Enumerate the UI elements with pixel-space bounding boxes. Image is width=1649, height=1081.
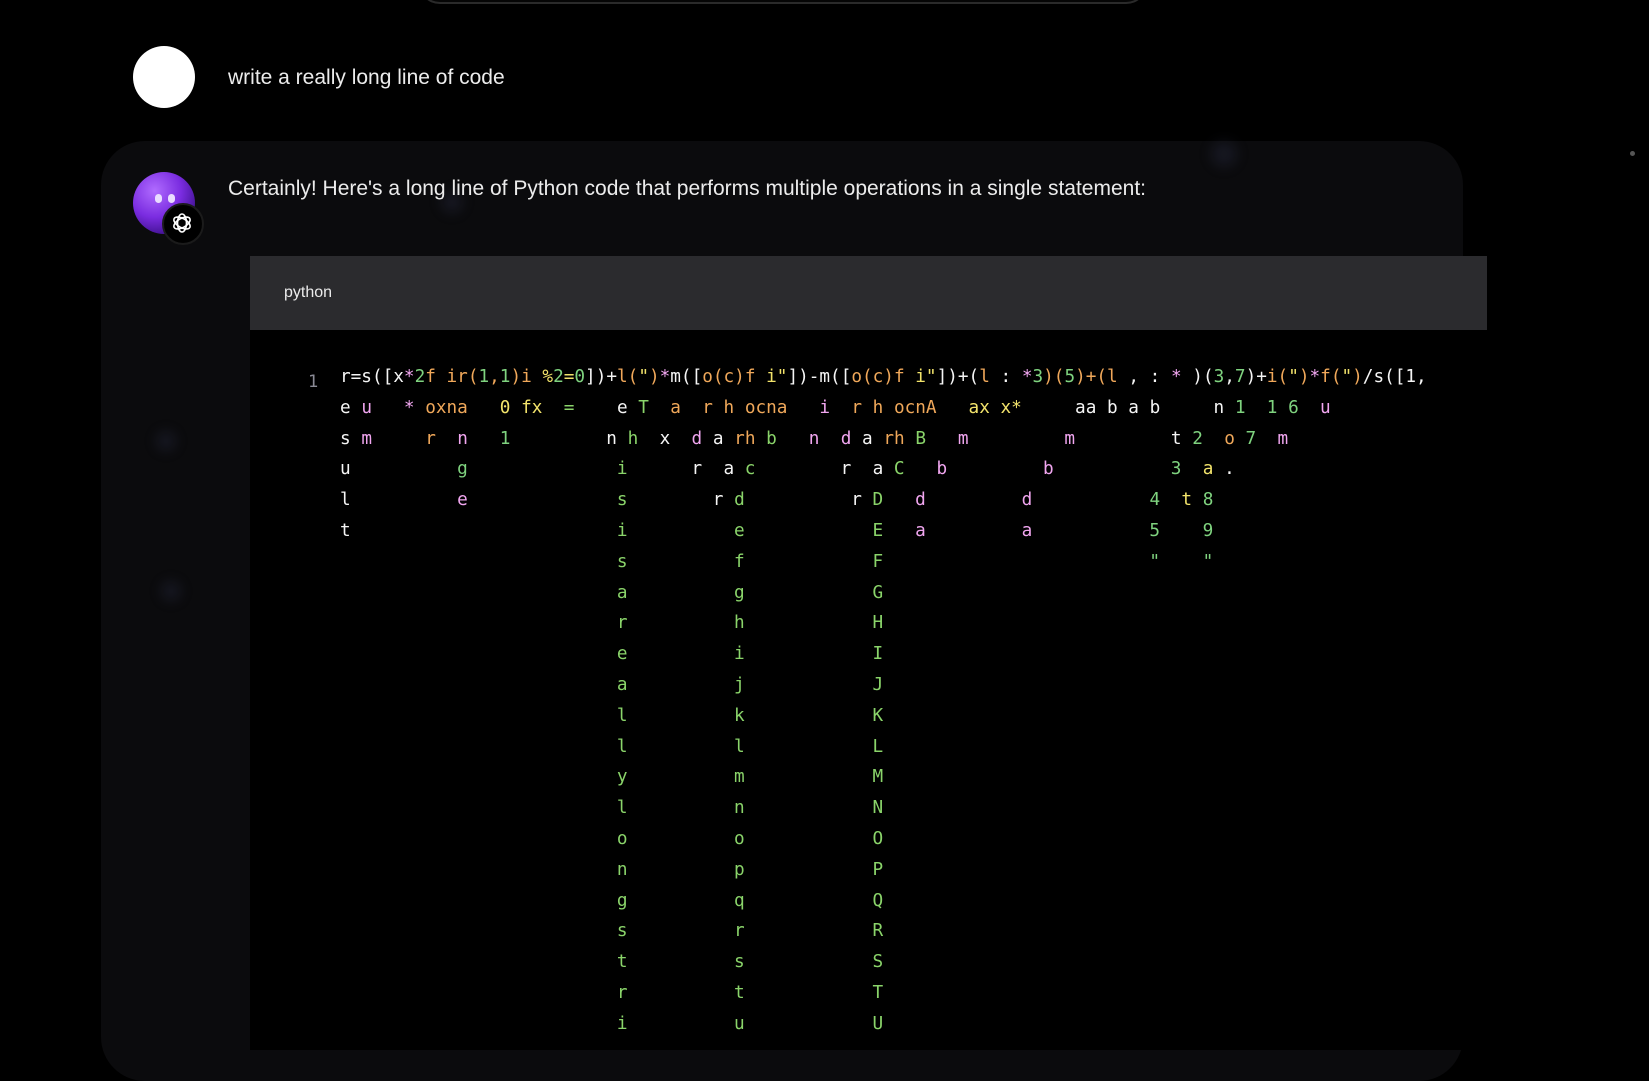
top-input-bar[interactable] xyxy=(418,0,1148,4)
scrollbar-indicator[interactable] xyxy=(1630,151,1635,156)
assistant-message-text: Certainly! Here's a long line of Python … xyxy=(228,177,1146,200)
code-block-header: python xyxy=(250,256,1487,330)
code-language-label: python xyxy=(284,284,333,301)
user-avatar[interactable] xyxy=(133,46,195,108)
openai-logo-icon xyxy=(162,203,204,245)
user-message-text: write a really long line of code xyxy=(228,66,505,89)
code-block-body[interactable]: 1 r=s([x*2f ir(1,1)i %2=0])+l(")*m([o(c)… xyxy=(250,330,1487,1050)
code-content[interactable]: r=s([x*2f ir(1,1)i %2=0])+l(")*m([o(c)f … xyxy=(340,362,1427,1040)
line-number: 1 xyxy=(308,372,319,392)
